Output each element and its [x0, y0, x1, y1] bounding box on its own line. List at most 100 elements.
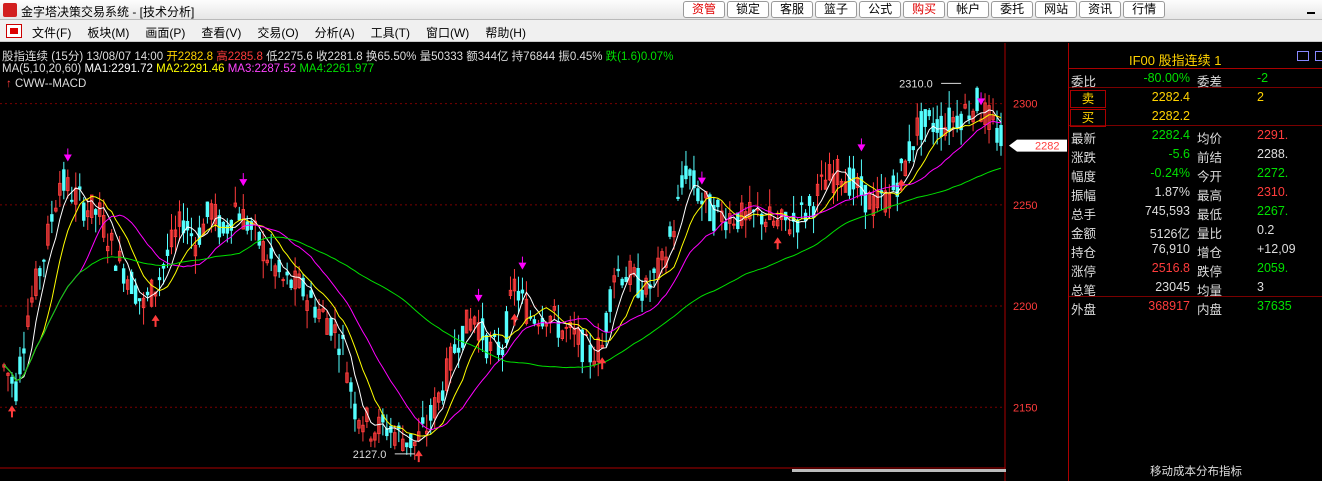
panel-value: 2516.8	[1151, 261, 1190, 275]
chart-app-icon[interactable]	[6, 24, 22, 38]
candle-body	[911, 146, 915, 151]
candle-body	[620, 278, 624, 286]
menu-item-0[interactable]: 文件(F)	[32, 24, 71, 41]
toolbar-button-4[interactable]: 公式	[859, 1, 902, 18]
candle-body	[50, 214, 54, 222]
menu-item-4[interactable]: 交易(O)	[257, 24, 298, 41]
ma-info-line: MA(5,10,20,60) MA1:2291.72 MA2:2291.46 M…	[2, 63, 374, 75]
candle-body	[38, 268, 42, 277]
panel-menu-icon[interactable]	[1315, 51, 1322, 61]
panel-value: 37635	[1257, 299, 1292, 313]
y-tick-label: 2200	[1013, 301, 1037, 313]
chart-scrollbar	[792, 469, 1006, 472]
candle-body	[289, 279, 293, 289]
panel-value: 2291.	[1257, 128, 1289, 142]
info-low: 低2275.6	[266, 51, 313, 63]
candle-body	[484, 334, 489, 359]
kline-chart-area[interactable]: 2150 2200 2250 2300 2310.0 2127.0 2282 股指连续 (1…	[0, 43, 1068, 481]
menu-item-5[interactable]: 分析(A)	[315, 24, 355, 41]
panel-row: 买 2282.2	[1069, 107, 1322, 127]
info-open-interest: 持76844	[511, 51, 556, 63]
candle-body	[999, 125, 1003, 147]
panel-side-box: 卖	[1070, 90, 1106, 108]
menu-item-2[interactable]: 画面(P)	[145, 24, 185, 41]
panel-row: 最新 2282.4 均价 2291.	[1069, 126, 1322, 146]
toolbar-button-9[interactable]: 资讯	[1079, 1, 1122, 18]
quote-panel: IF00 股指连续 1 委比 -80.00% 委差 -2 卖 2282.4 2 买 2282.2…	[1068, 43, 1322, 481]
candle-body	[967, 115, 971, 120]
panel-switch-icon[interactable]	[1297, 51, 1309, 61]
panel-value: 2	[1257, 90, 1264, 104]
candle-body	[349, 382, 353, 392]
ma1-value: MA1:2291.72	[84, 63, 153, 75]
panel-rows: 委比 -80.00% 委差 -2 卖 2282.4 2 买 2282.2 最新 2282.4 均价 22…	[1069, 69, 1322, 317]
candle-body	[724, 221, 728, 231]
candle-body	[668, 226, 672, 237]
panel-row: 涨跌 -5.6 前结 2288.	[1069, 145, 1322, 165]
menu-item-8[interactable]: 帮助(H)	[485, 24, 526, 41]
candle-body	[421, 417, 425, 424]
info-datetime: 13/08/07 14:00	[86, 51, 164, 63]
toolbar-button-2[interactable]: 客服	[771, 1, 814, 18]
toolbar-button-6[interactable]: 帐户	[947, 1, 990, 18]
candle-body	[389, 425, 393, 433]
candle-body	[684, 165, 688, 180]
candle-body	[863, 184, 868, 213]
candle-body	[564, 326, 569, 329]
candle-body	[955, 115, 959, 129]
ma3-line	[3, 120, 1002, 431]
toolbar-button-3[interactable]: 篮子	[815, 1, 858, 18]
toolbar-button-10[interactable]: 行情	[1123, 1, 1166, 18]
toolbar-button-8[interactable]: 网站	[1035, 1, 1078, 18]
window-titlebar: 金字塔决策交易系统 - [技术分析] 资管 锁定 客服 篮子 公式 购买 帐户 委托 网站 资讯行…	[0, 0, 1322, 20]
candle-body	[919, 111, 923, 140]
panel-contract: IF00 股指连续 1	[1129, 50, 1222, 69]
candle-body	[313, 306, 317, 318]
candle-body	[923, 109, 927, 127]
candle-body	[337, 348, 341, 356]
quote-info-line: 股指连续 (15分) 13/08/07 14:00 开2282.8 高2285.…	[2, 48, 673, 64]
sell-arrow-mark	[474, 294, 483, 302]
panel-value: 2282.4	[1151, 128, 1190, 142]
candle-body	[640, 289, 644, 301]
candle-body	[329, 317, 333, 336]
minimize-icon[interactable]	[1304, 2, 1318, 16]
menu-item-7[interactable]: 窗口(W)	[426, 24, 469, 41]
candle-body	[939, 115, 943, 138]
candle-body	[616, 268, 620, 272]
buy-arrow-mark	[773, 237, 782, 250]
toolbar-button-1[interactable]: 锁定	[727, 1, 770, 18]
info-high: 高2285.8	[216, 51, 263, 63]
candle-body	[516, 290, 521, 301]
toolbar-button-0[interactable]: 资管	[683, 1, 726, 18]
panel-value: 368917	[1148, 299, 1190, 313]
panel-value: 1.87%	[1154, 185, 1190, 199]
panel-row: 涨停 2516.8 跌停 2059.	[1069, 259, 1322, 279]
ma4-value: MA4:2261.977	[299, 63, 375, 75]
info-close: 收2281.8	[315, 51, 363, 63]
panel-value: 2059.	[1257, 261, 1289, 275]
candle-body	[947, 107, 951, 132]
candle-body	[732, 223, 736, 226]
buy-arrow-mark	[151, 314, 160, 327]
panel-value: 2288.	[1257, 147, 1289, 161]
menu-item-1[interactable]: 板块(M)	[87, 24, 129, 41]
menu-item-6[interactable]: 工具(T)	[371, 24, 410, 41]
candle-body	[281, 279, 285, 282]
annotation-label: 2127.0	[353, 449, 387, 461]
candle-body	[70, 199, 74, 202]
cost-distribution-label: 移动成本分布指标	[1150, 466, 1242, 478]
panel-row: 幅度 -0.24% 今开 2272.	[1069, 164, 1322, 184]
candle-body	[556, 320, 561, 338]
menu-item-3[interactable]: 查看(V)	[201, 24, 241, 41]
candle-body	[10, 376, 14, 384]
panel-row: 持仓 76,910 增仓 +12,09	[1069, 240, 1322, 260]
candle-body	[18, 356, 22, 375]
window-title: 金字塔决策交易系统 - [技术分析]	[21, 5, 195, 19]
candlestick-chart[interactable]: 2150 2200 2250 2300 2310.0 2127.0 2282	[0, 43, 1068, 481]
toolbar-button-7[interactable]: 委托	[991, 1, 1034, 18]
sell-arrow-mark	[63, 154, 72, 162]
menu-bar: 文件(F) 板块(M) 画面(P) 查看(V) 交易(O) 分析(A) 工具(T) 窗口(W)…	[0, 20, 1322, 42]
toolbar-button-5[interactable]: 购买	[903, 1, 946, 18]
panel-label: 外盘	[1071, 303, 1097, 317]
